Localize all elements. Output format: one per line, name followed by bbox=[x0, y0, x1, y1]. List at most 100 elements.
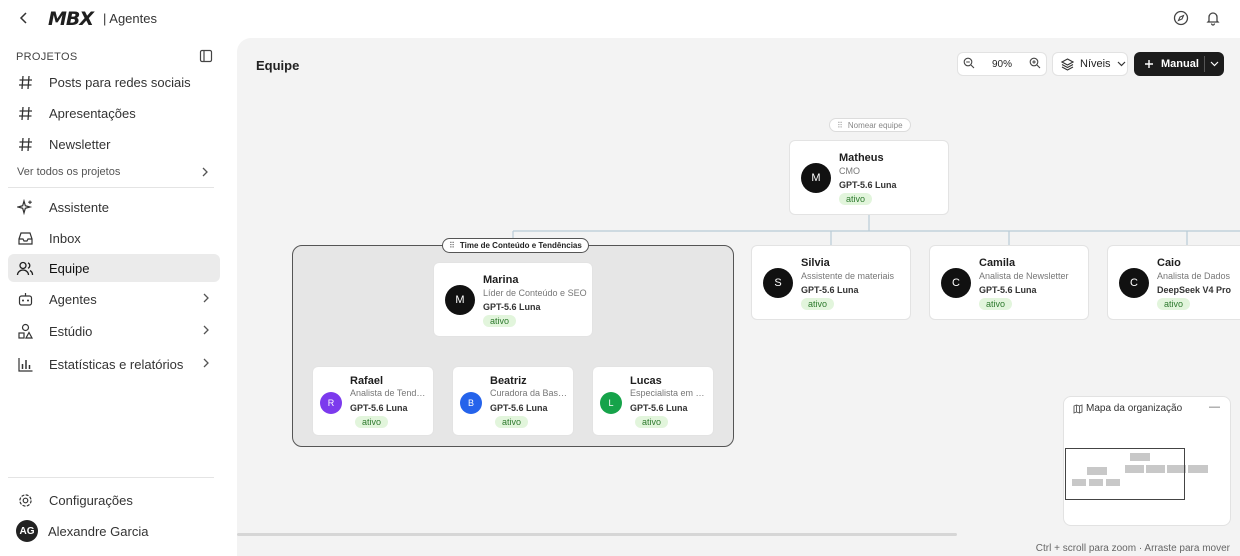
project-label: Apresentações bbox=[49, 105, 136, 121]
agent-role: Analista de Tendências bbox=[350, 388, 428, 398]
org-card-beatriz[interactable]: B Beatriz Curadora da Base de Conhecimen… bbox=[452, 366, 574, 436]
agent-name: Beatriz bbox=[490, 375, 527, 387]
agent-role: Analista de Dados bbox=[1157, 271, 1231, 281]
agent-model: GPT-5.6 Luna bbox=[801, 285, 859, 295]
project-item-posts[interactable]: Posts para redes sociais bbox=[8, 68, 220, 96]
user-profile[interactable]: AG Alexandre Garcia bbox=[8, 517, 220, 545]
nav-label: Inbox bbox=[49, 230, 81, 246]
back-button[interactable] bbox=[14, 8, 34, 28]
inbox-icon bbox=[16, 229, 34, 247]
agent-role: CMO bbox=[839, 166, 860, 176]
nav-label: Configurações bbox=[49, 492, 133, 508]
status-badge: ativo bbox=[355, 416, 389, 428]
nav-label: Estúdio bbox=[49, 323, 93, 339]
robot-icon bbox=[16, 290, 34, 308]
avatar: R bbox=[320, 392, 342, 414]
nav-item-equipe[interactable]: Equipe bbox=[8, 254, 220, 282]
app-name: | Agentes bbox=[103, 11, 157, 26]
name-team-label: Nomear equipe bbox=[847, 120, 903, 130]
chevron-right-icon bbox=[202, 167, 208, 177]
see-all-projects-link[interactable]: Ver todos os projetos bbox=[17, 166, 213, 178]
gear-icon bbox=[16, 491, 34, 509]
agent-model: GPT-5.6 Luna bbox=[350, 403, 408, 413]
compass-button[interactable] bbox=[1171, 8, 1191, 28]
hash-icon bbox=[16, 104, 34, 122]
status-badge: ativo bbox=[483, 315, 517, 327]
agent-role: Especialista em Conteúdo bbox=[630, 388, 708, 398]
status-badge: ativo bbox=[635, 416, 669, 428]
nav-item-configuracoes[interactable]: Configurações bbox=[8, 486, 220, 514]
nav-label: Agentes bbox=[49, 291, 97, 307]
agent-role: Líder de Conteúdo e SEO bbox=[483, 288, 587, 298]
logo[interactable]: MBX bbox=[48, 8, 94, 30]
org-card-root[interactable]: M Matheus CMO GPT-5.6 Luna ativo bbox=[789, 140, 949, 215]
bell-icon bbox=[1206, 12, 1220, 26]
user-name: Alexandre Garcia bbox=[48, 523, 149, 539]
project-item-apresentacoes[interactable]: Apresentações bbox=[8, 99, 220, 127]
agent-model: GPT-5.6 Luna bbox=[483, 302, 541, 312]
project-label: Posts para redes sociais bbox=[49, 74, 191, 90]
team-icon bbox=[16, 259, 34, 277]
canvas-hint: Ctrl + scroll para zoom · Arraste para m… bbox=[1035, 543, 1230, 554]
team-label[interactable]: ⠿ Time de Conteúdo e Tendências bbox=[442, 238, 589, 253]
org-card-caio[interactable]: C Caio Analista de Dados DeepSeek V4 Pro… bbox=[1107, 245, 1240, 320]
agent-model: GPT-5.6 Luna bbox=[839, 180, 897, 190]
avatar: S bbox=[763, 268, 793, 298]
nav-item-assistente[interactable]: Assistente bbox=[8, 193, 220, 221]
nav-item-agentes[interactable]: Agentes bbox=[8, 285, 220, 313]
projects-header: PROJETOS bbox=[16, 51, 78, 63]
status-badge: ativo bbox=[1157, 298, 1191, 310]
drag-handle-icon: ⠿ bbox=[449, 241, 455, 250]
avatar: M bbox=[801, 163, 831, 193]
avatar: M bbox=[445, 285, 475, 315]
avatar: B bbox=[460, 392, 482, 414]
avatar: AG bbox=[16, 520, 38, 542]
avatar: L bbox=[600, 392, 622, 414]
agent-name: Lucas bbox=[630, 375, 662, 387]
shapes-icon bbox=[16, 322, 34, 340]
bar-chart-icon bbox=[16, 355, 34, 373]
avatar: C bbox=[1119, 268, 1149, 298]
chevron-right-icon bbox=[203, 325, 209, 335]
divider bbox=[8, 187, 214, 188]
minimap-node bbox=[1188, 465, 1208, 473]
agent-model: DeepSeek V4 Pro bbox=[1157, 285, 1232, 295]
agent-name: Marina bbox=[483, 274, 519, 286]
sidebar: PROJETOS Posts para redes sociais Aprese… bbox=[0, 38, 236, 556]
org-card-camila[interactable]: C Camila Analista de Newsletter GPT-5.6 … bbox=[929, 245, 1089, 320]
agent-role: Assistente de materiais bbox=[801, 271, 895, 281]
project-label: Newsletter bbox=[49, 136, 111, 152]
org-card-lucas[interactable]: L Lucas Especialista em Conteúdo GPT-5.6… bbox=[592, 366, 714, 436]
compass-icon bbox=[1173, 10, 1189, 26]
org-card-silvia[interactable]: S Silvia Assistente de materiais GPT-5.6… bbox=[751, 245, 911, 320]
drag-handle-icon: ⠿ bbox=[837, 120, 843, 130]
sparkle-icon bbox=[16, 198, 34, 216]
avatar: C bbox=[941, 268, 971, 298]
org-minimap[interactable]: Mapa da organização — bbox=[1063, 396, 1231, 526]
nav-item-estudio[interactable]: Estúdio bbox=[8, 317, 220, 345]
nav-item-inbox[interactable]: Inbox bbox=[8, 224, 220, 252]
collapse-sidebar-button[interactable] bbox=[199, 49, 213, 63]
minimize-minimap-button[interactable]: — bbox=[1209, 401, 1220, 413]
nav-item-estatisticas[interactable]: Estatísticas e relatórios bbox=[8, 350, 220, 378]
nav-label: Equipe bbox=[49, 260, 90, 276]
minimap-viewport[interactable] bbox=[1065, 448, 1185, 500]
name-team-button[interactable]: ⠿ Nomear equipe bbox=[829, 118, 911, 132]
agent-model: GPT-5.6 Luna bbox=[490, 403, 548, 413]
chevron-right-icon bbox=[203, 358, 209, 368]
agent-name: Matheus bbox=[839, 152, 884, 164]
org-card-marina[interactable]: M Marina Líder de Conteúdo e SEO GPT-5.6… bbox=[433, 262, 593, 337]
chevron-left-icon bbox=[19, 12, 27, 24]
project-item-newsletter[interactable]: Newsletter bbox=[8, 130, 220, 158]
org-card-rafael[interactable]: R Rafael Analista de Tendências GPT-5.6 … bbox=[312, 366, 434, 436]
status-badge: ativo bbox=[979, 298, 1013, 310]
status-badge: ativo bbox=[495, 416, 529, 428]
see-all-label: Ver todos os projetos bbox=[17, 166, 121, 178]
hash-icon bbox=[16, 73, 34, 91]
org-canvas[interactable]: Equipe 90% Níveis Manual ⠿ Nomear equipe… bbox=[237, 38, 1240, 556]
agent-model: GPT-5.6 Luna bbox=[979, 285, 1037, 295]
notifications-button[interactable] bbox=[1203, 8, 1223, 28]
horizontal-scrollbar[interactable] bbox=[237, 533, 957, 536]
agent-name: Caio bbox=[1157, 257, 1181, 269]
hash-icon bbox=[16, 135, 34, 153]
